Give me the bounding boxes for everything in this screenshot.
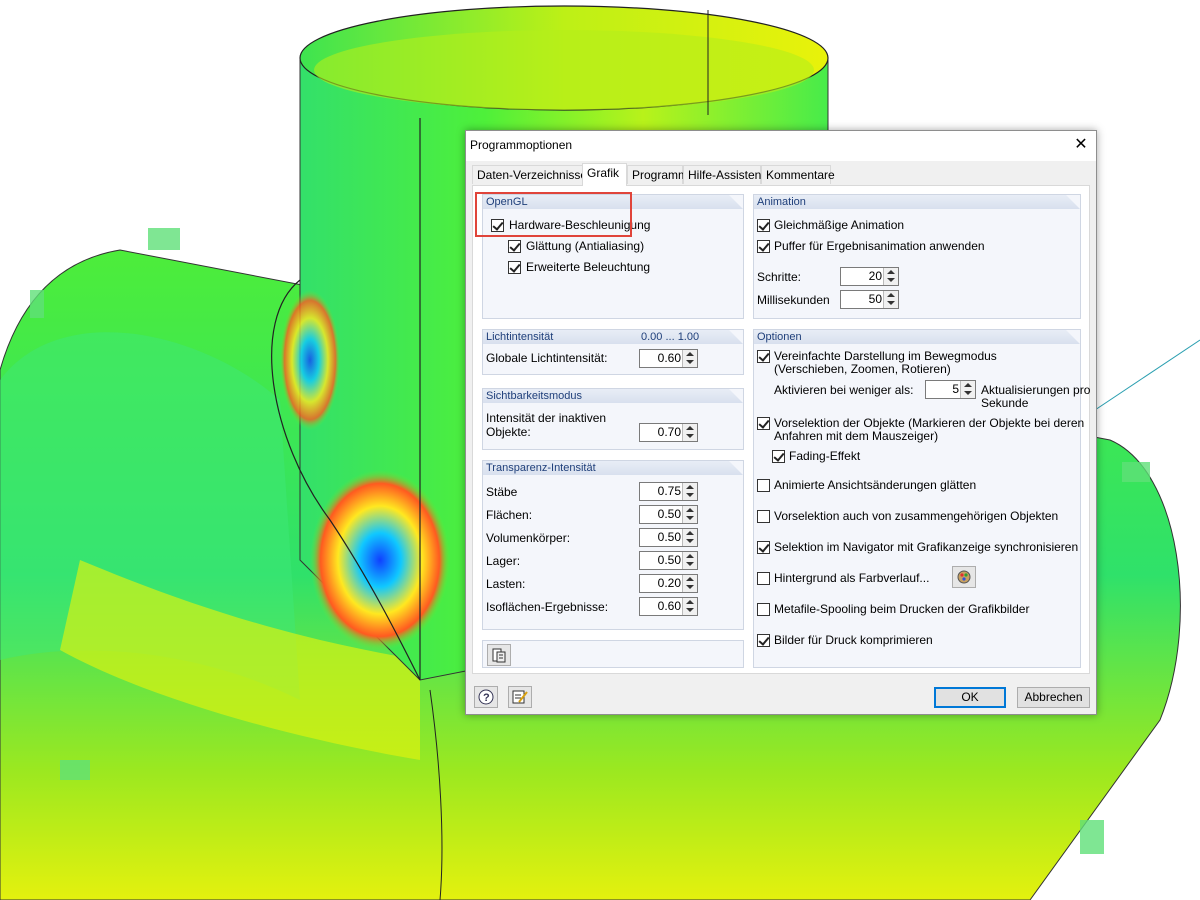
support [148, 228, 180, 250]
simplified-display-sub: (Verschieben, Zoomen, Rotieren) [774, 362, 951, 376]
steps-stepper[interactable]: 20 [840, 267, 899, 286]
transparency-label-iso: Isoflächen-Ergebnisse: [486, 600, 609, 614]
stress-hotspot [280, 290, 340, 430]
left-bottom-bar [482, 640, 744, 668]
sync-navigator-checkbox[interactable] [757, 541, 770, 554]
transparency-header: Transparenz-Intensität [486, 462, 596, 474]
edit-notes-button[interactable] [508, 686, 532, 708]
global-light-label: Globale Lichtintensität: [486, 351, 608, 365]
transparency-label-lager: Lager: [486, 554, 521, 568]
even-animation-label: Gleichmäßige Animation [774, 218, 905, 232]
animated-view-label: Animierte Ansichtsänderungen glätten [774, 478, 977, 492]
sync-navigator-label: Selektion im Navigator mit Grafikanzeige… [774, 540, 1079, 554]
tab-hilfe-assistent[interactable]: Hilfe-Assistent [683, 165, 765, 184]
animated-view-checkbox[interactable] [757, 479, 770, 492]
updates-label: Aktualisierungen pro [981, 383, 1091, 397]
metafile-spooling-label: Metafile-Spooling beim Drucken der Grafi… [774, 602, 1030, 616]
updates-sub: Sekunde [981, 396, 1029, 410]
result-buffer-checkbox[interactable] [757, 240, 770, 253]
transparency-stepper-staebe[interactable]: 0.75 [639, 482, 698, 501]
preselect-label: Vorselektion der Objekte (Markieren der … [774, 416, 1085, 430]
extended-lighting-checkbox[interactable] [508, 261, 521, 274]
result-buffer-label: Puffer für Ergebnisanimation anwenden [774, 239, 985, 253]
simplified-display-checkbox[interactable] [757, 350, 770, 363]
metafile-spooling-checkbox[interactable] [757, 603, 770, 616]
preselect-sub: Anfahren mit dem Mauszeiger) [774, 429, 939, 443]
svg-text:?: ? [483, 692, 490, 704]
grafik-tab-page: OpenGL Hardware-Beschleunigung Glättung … [472, 185, 1090, 674]
dialog-title: Programmoptionen [470, 138, 573, 152]
milliseconds-stepper[interactable]: 50 [840, 290, 899, 309]
transparency-label-volumen: Volumenkörper: [486, 531, 571, 545]
default-settings-icon [492, 648, 506, 663]
animation-header: Animation [757, 196, 806, 208]
transparency-stepper-volumen[interactable]: 0.50 [639, 528, 698, 547]
inactive-intensity-label: Intensität der inaktiven [486, 411, 607, 425]
options-group: Optionen Vereinfachte Darstellung im Bew… [753, 329, 1090, 668]
transparency-label-flaechen: Flächen: [486, 508, 533, 522]
preselect-checkbox[interactable] [757, 417, 770, 430]
light-intensity-header: Lichtintensität [486, 331, 554, 343]
close-icon[interactable]: ✕ [1066, 131, 1096, 159]
even-animation-checkbox[interactable] [757, 219, 770, 232]
antialiasing-checkbox[interactable] [508, 240, 521, 253]
default-settings-button[interactable] [487, 644, 511, 666]
visibility-mode-header: Sichtbarkeitsmodus [486, 390, 582, 402]
antialiasing-label: Glättung (Antialiasing) [526, 239, 645, 253]
steps-label: Schritte: [757, 270, 802, 284]
title-bar: Programmoptionen ✕ [466, 131, 1096, 161]
support [1080, 820, 1104, 854]
transparency-label-staebe: Stäbe [486, 485, 518, 499]
extended-lighting-label: Erweiterte Beleuchtung [526, 260, 651, 274]
fading-label: Fading-Effekt [789, 449, 861, 463]
inactive-objects-label: Objekte: [486, 425, 531, 439]
tab-grafik[interactable]: Grafik [582, 163, 627, 186]
animation-group: Animation Gleichmäßige Animation Puffer … [753, 194, 1081, 319]
color-palette-button[interactable] [952, 566, 976, 588]
transparency-stepper-lasten[interactable]: 0.20 [639, 574, 698, 593]
branch-inner [314, 30, 814, 110]
compress-images-label: Bilder für Druck komprimieren [774, 633, 933, 647]
cancel-button[interactable]: Abbrechen [1017, 687, 1090, 708]
fading-checkbox[interactable] [772, 450, 785, 463]
options-header: Optionen [757, 331, 802, 343]
global-light-stepper[interactable]: 0.60 [639, 349, 698, 368]
activate-below-label: Aktivieren bei weniger als: [774, 383, 914, 397]
activate-below-stepper[interactable]: 5 [925, 380, 976, 399]
visibility-mode-group: Sichtbarkeitsmodus Intensität der inakti… [482, 388, 744, 450]
light-range-label: 0.00 ... 1.00 [641, 331, 700, 343]
ok-button[interactable]: OK [934, 687, 1006, 708]
simplified-display-label: Vereinfachte Darstellung im Bewegmodus [774, 349, 997, 363]
support [1122, 462, 1150, 482]
support [30, 290, 44, 318]
milliseconds-label: Millisekunden [757, 293, 830, 307]
tab-programm[interactable]: Programm [627, 165, 688, 184]
transparency-stepper-flaechen[interactable]: 0.50 [639, 505, 698, 524]
highlight-box [475, 192, 632, 237]
transparency-group: Transparenz-Intensität Stäbe 0.75 Fläche… [482, 460, 744, 630]
light-intensity-group: Lichtintensität 0.00 ... 1.00 Globale Lic… [482, 329, 744, 375]
help-icon: ? [478, 689, 494, 705]
transparency-stepper-lager[interactable]: 0.50 [639, 551, 698, 570]
gradient-background-label: Hintergrund als Farbverlauf... [774, 571, 930, 585]
preselect-related-checkbox[interactable] [757, 510, 770, 523]
gradient-background-checkbox[interactable] [757, 572, 770, 585]
transparency-stepper-iso[interactable]: 0.60 [639, 597, 698, 616]
transparency-label-lasten: Lasten: [486, 577, 526, 591]
inactive-intensity-stepper[interactable]: 0.70 [639, 423, 698, 442]
stress-hotspot [310, 470, 450, 650]
tab-daten-verzeichnisse[interactable]: Daten-Verzeichnisse [472, 165, 587, 184]
preselect-related-label: Vorselektion auch von zusammengehörigen … [774, 509, 1059, 523]
global-axis-line [1079, 339, 1200, 421]
edit-notes-icon [512, 690, 528, 704]
help-button[interactable]: ? [474, 686, 498, 708]
tab-kommentare[interactable]: Kommentare [761, 165, 835, 184]
compress-images-checkbox[interactable] [757, 634, 770, 647]
support [60, 760, 90, 780]
palette-icon [957, 570, 971, 584]
